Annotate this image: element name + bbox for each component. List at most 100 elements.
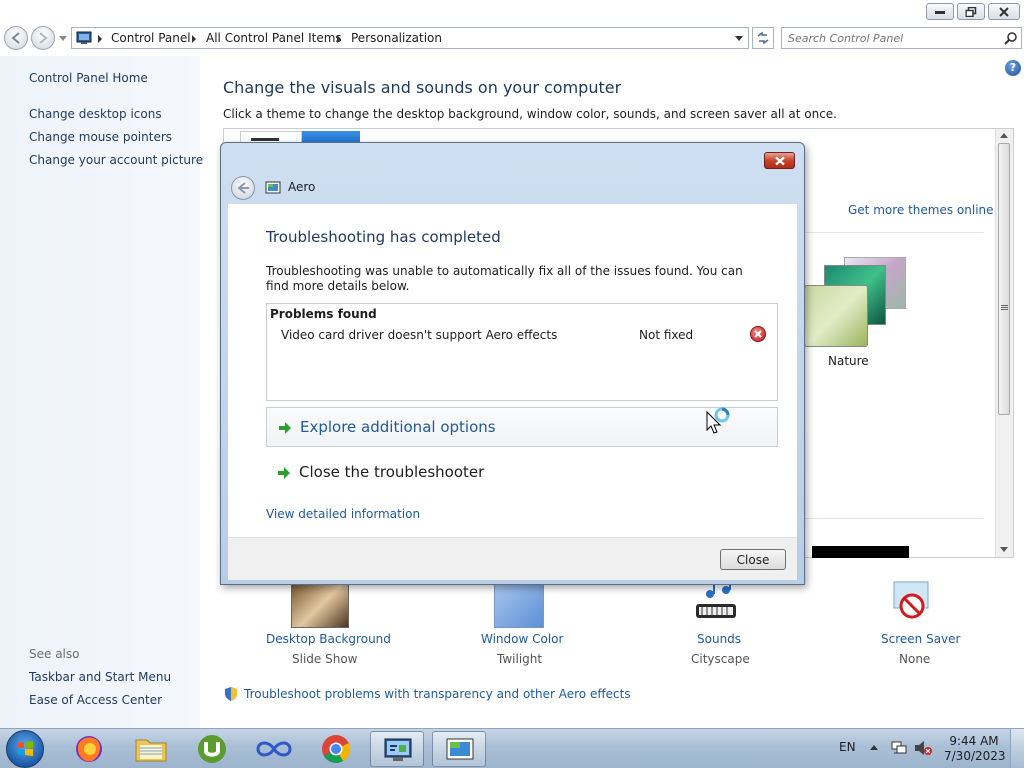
window-color-link[interactable]: Window Color: [481, 632, 563, 646]
dialog-app-title: Aero: [288, 180, 316, 194]
breadcrumb-separator: [337, 35, 341, 43]
screen-saver-link[interactable]: Screen Saver: [881, 632, 960, 646]
window-close-button[interactable]: [988, 3, 1020, 20]
close-troubleshooter-label: Close the troubleshooter: [299, 463, 485, 481]
breadcrumb-control-panel[interactable]: Control Panel: [111, 31, 191, 45]
green-arrow-icon: [278, 467, 290, 479]
busy-cursor-icon: [706, 407, 730, 434]
control-panel-icon: [76, 31, 92, 44]
clock-time: 9:44 AM: [949, 734, 999, 748]
thumbnail-bar: [251, 138, 279, 141]
taskbar-infinity-app[interactable]: [247, 731, 301, 767]
back-arrow-icon: [237, 182, 249, 194]
show-hidden-icons-icon[interactable]: [870, 745, 878, 750]
language-indicator[interactable]: EN: [839, 740, 856, 754]
sounds-value: Cityscape: [691, 652, 750, 666]
sounds-link[interactable]: Sounds: [697, 632, 741, 646]
close-icon: [999, 6, 1009, 17]
minimize-button[interactable]: [926, 3, 954, 20]
show-desktop-button[interactable]: [1010, 729, 1024, 768]
back-button[interactable]: [4, 26, 28, 50]
page-subtitle: Click a theme to change the desktop back…: [223, 107, 837, 121]
address-dropdown-icon[interactable]: [735, 36, 743, 41]
screen-saver-value: None: [899, 652, 931, 666]
theme-name-nature[interactable]: Nature: [828, 354, 869, 368]
search-icon[interactable]: [1004, 31, 1018, 45]
screen-saver-icon[interactable]: [890, 580, 938, 626]
sidebar-control-panel-home[interactable]: Control Panel Home: [29, 71, 148, 85]
explore-additional-options-link[interactable]: Explore additional options: [266, 407, 778, 447]
theme-thumbnail[interactable]: [812, 546, 909, 558]
restore-icon: [965, 6, 977, 17]
troubleshooter-icon: [265, 181, 281, 194]
clock-date: 7/30/2023: [944, 749, 1006, 763]
recent-pages-dropdown-icon[interactable]: [59, 36, 67, 41]
nature-preview-front[interactable]: [804, 285, 868, 347]
help-button[interactable]: ?: [1005, 60, 1021, 76]
scroll-down-icon[interactable]: [1000, 547, 1008, 552]
dialog-close-button[interactable]: [764, 152, 795, 169]
desktop-background-icon[interactable]: [291, 584, 349, 628]
volume-muted-icon[interactable]: [914, 740, 932, 756]
sidebar-change-mouse-pointers[interactable]: Change mouse pointers: [29, 130, 172, 144]
breadcrumb-personalization[interactable]: Personalization: [351, 31, 442, 45]
restore-button[interactable]: [957, 3, 985, 20]
problem-description[interactable]: Video card driver doesn't support Aero e…: [281, 328, 557, 342]
get-more-themes-link[interactable]: Get more themes online: [848, 203, 994, 217]
taskbar-utorrent[interactable]: [185, 731, 239, 767]
sidebar-change-account-picture[interactable]: Change your account picture: [29, 153, 203, 167]
sidebar-taskbar-start-menu[interactable]: Taskbar and Start Menu: [29, 670, 171, 684]
back-arrow-icon: [11, 32, 20, 44]
window-color-value: Twilight: [497, 652, 543, 666]
forward-button[interactable]: [31, 26, 55, 50]
breadcrumb-all-items[interactable]: All Control Panel Items: [206, 31, 342, 45]
taskbar-explorer[interactable]: [124, 731, 178, 767]
taskbar-firefox[interactable]: [62, 731, 116, 767]
firefox-icon: [76, 736, 102, 762]
desktop-background-value: Slide Show: [292, 652, 358, 666]
breadcrumb-separator: [98, 35, 102, 43]
page-title: Change the visuals and sounds on your co…: [223, 78, 622, 97]
close-button[interactable]: Close: [720, 549, 786, 570]
breadcrumb-separator: [192, 35, 196, 43]
close-troubleshooter-link[interactable]: Close the troubleshooter: [266, 453, 778, 493]
search-box[interactable]: [781, 27, 1022, 49]
refresh-icon: [757, 31, 769, 45]
section-divider: [804, 518, 984, 519]
desktop-background-link[interactable]: Desktop Background: [266, 632, 391, 646]
green-arrow-icon: [279, 422, 291, 434]
system-clock[interactable]: 9:44 AM 7/30/2023: [944, 734, 1006, 764]
utorrent-icon: [198, 735, 226, 763]
explore-additional-options-label: Explore additional options: [300, 418, 496, 436]
window-color-icon[interactable]: [494, 584, 544, 628]
theme-scrollbar[interactable]: [995, 129, 1013, 557]
troubleshoot-aero-link[interactable]: Troubleshoot problems with transparency …: [244, 687, 631, 701]
shield-icon: [225, 687, 237, 701]
troubleshooter-icon: [446, 738, 474, 760]
taskbar-troubleshooter[interactable]: [432, 731, 486, 767]
network-icon[interactable]: [891, 740, 907, 756]
search-input[interactable]: [788, 30, 998, 46]
dialog-footer: Close: [228, 537, 797, 580]
minimize-icon: [935, 10, 945, 14]
view-detailed-information-link[interactable]: View detailed information: [266, 507, 420, 521]
taskbar-control-panel[interactable]: [370, 731, 424, 767]
close-icon: [774, 156, 785, 165]
scroll-up-icon[interactable]: [1000, 133, 1008, 138]
dialog-body: Troubleshooting has completed Troublesho…: [228, 204, 797, 580]
sounds-icon[interactable]: [692, 582, 740, 626]
sidebar-ease-of-access[interactable]: Ease of Access Center: [29, 693, 162, 707]
sidebar-change-desktop-icons[interactable]: Change desktop icons: [29, 107, 162, 121]
sidebar: Control Panel Home Change desktop icons …: [0, 56, 203, 728]
dialog-heading: Troubleshooting has completed: [266, 228, 501, 246]
start-button[interactable]: [6, 730, 44, 768]
scroll-thumb[interactable]: [998, 143, 1010, 415]
scroll-grip-icon: [1001, 305, 1008, 310]
title-bar: [0, 0, 1024, 22]
address-bar[interactable]: Control Panel All Control Panel Items Pe…: [71, 27, 749, 49]
dialog-back-button[interactable]: [231, 176, 255, 200]
taskbar-chrome[interactable]: [309, 731, 363, 767]
infinity-icon: [256, 741, 292, 757]
troubleshooter-dialog: Aero Troubleshooting has completed Troub…: [220, 142, 805, 585]
refresh-button[interactable]: [752, 27, 774, 49]
